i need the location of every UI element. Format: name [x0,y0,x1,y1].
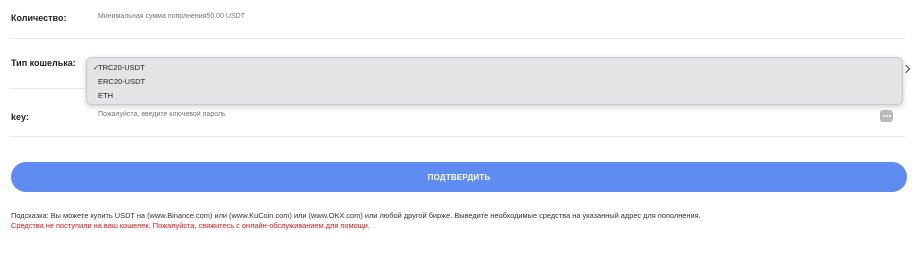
wallet-label: Тип кошелька: [11,58,76,68]
key-label: key: [11,112,30,122]
key-password-input[interactable] [98,111,798,118]
wallet-option-label: ERC20-USDT [98,77,146,86]
wallet-option[interactable]: ✓TRC20-USDT [93,63,145,72]
wallet-option[interactable]: ETH [93,91,113,100]
wallet-type-dropdown[interactable]: ✓TRC20-USDT ERC20-USDT ETH [86,57,903,105]
amount-label: Количество: [11,13,67,23]
eye-toggle-icon[interactable] [880,110,893,122]
divider [10,38,905,39]
hint-text: Подсказка: Вы можете купить USDT на (www… [11,211,701,220]
wallet-option-label: ETH [98,91,113,100]
chevron-down-icon[interactable] [901,64,911,74]
wallet-option-label: TRC20-USDT [98,63,145,72]
wallet-option[interactable]: ERC20-USDT [93,77,145,86]
confirm-button[interactable]: ПОДТВЕРДИТЬ [11,162,907,192]
divider [10,136,905,137]
error-message: Средства не поступили на ваш кошелек. По… [11,221,370,230]
amount-input[interactable] [98,13,798,20]
